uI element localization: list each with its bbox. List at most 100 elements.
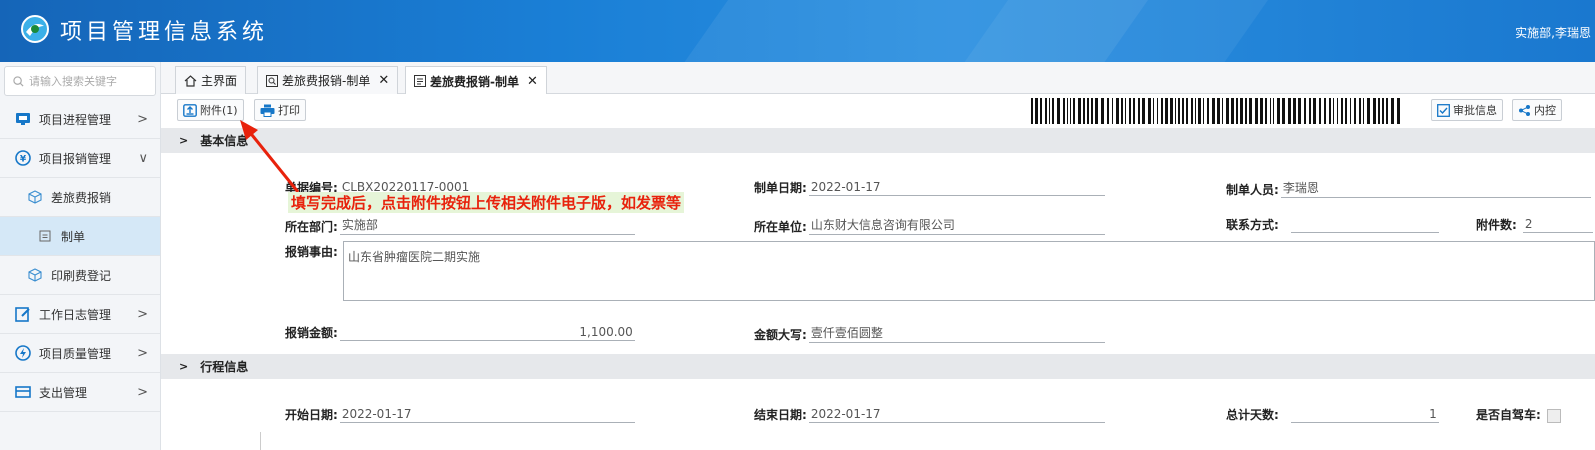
barcode-bar <box>1345 98 1347 124</box>
tab-home[interactable]: 主界面 <box>175 66 247 94</box>
section-basic-info[interactable]: > 基本信息 <box>161 128 1595 153</box>
barcode-bar <box>1157 98 1158 124</box>
tab-travel-2[interactable]: 差旅费报销-制单 ✕ <box>405 66 547 95</box>
barcode-bar <box>1231 98 1234 124</box>
sidebar-item-label: 项目进程管理 <box>39 112 112 127</box>
barcode-bar <box>1165 98 1168 124</box>
end-date-field[interactable]: 结束日期: 2022-01-17 <box>754 406 1105 423</box>
tab-travel-1[interactable]: 差旅费报销-制单 ✕ <box>257 66 399 94</box>
field-label: 结束日期: <box>754 408 807 422</box>
annotation-text: 填写完成后，点击附件按钮上传相关附件电子版，如发票等 <box>288 192 685 213</box>
user-info[interactable]: 实施部,李瑞恩 <box>1515 24 1591 41</box>
amount-value[interactable]: 1,100.00 <box>339 325 635 341</box>
search-icon <box>13 75 24 87</box>
chevron-right-icon: > <box>179 360 189 373</box>
field-label: 金额大写: <box>754 328 807 342</box>
barcode-bar <box>1212 98 1215 124</box>
self-drive-field[interactable]: 是否自驾车: <box>1476 406 1561 423</box>
amount-field[interactable]: 报销金额: 1,100.00 <box>285 324 635 341</box>
barcode-bar <box>1222 98 1223 124</box>
barcode-bar <box>1087 98 1089 124</box>
app-header: 项目管理信息系统 实施部,李瑞恩 <box>0 0 1595 62</box>
sidebar-item-worklog[interactable]: 工作日志管理 > <box>0 295 160 334</box>
search-placeholder: 请输入搜索关键字 <box>29 75 117 88</box>
quality-icon <box>14 344 32 362</box>
field-label: 报销金额: <box>285 326 338 340</box>
barcode-bar <box>1040 98 1042 124</box>
sidebar-item-expense[interactable]: 支出管理 > <box>0 373 160 412</box>
approval-info-button[interactable]: 审批信息 <box>1431 99 1503 121</box>
sidebar-item-create-doc[interactable]: 制单 <box>0 217 160 256</box>
sidebar-item-label: 支出管理 <box>39 385 88 400</box>
sidebar-item-travel-reimburse[interactable]: 差旅费报销 <box>0 178 160 217</box>
barcode-bar <box>1195 98 1196 124</box>
creator-value: 李瑞恩 <box>1280 179 1591 198</box>
barcode-bar <box>1245 98 1247 124</box>
create-date-field[interactable]: 制单日期: 2022-01-17 <box>754 179 1105 196</box>
barcode-bar <box>1063 98 1065 124</box>
start-date-field[interactable]: 开始日期: 2022-01-17 <box>285 406 635 423</box>
barcode-bar <box>1288 98 1291 124</box>
chevron-right-icon: > <box>179 134 189 147</box>
barcode-bar <box>1270 98 1271 124</box>
unit-value: 山东财大信息咨询有限公司 <box>808 216 1105 235</box>
attachment-button[interactable]: 附件(1) <box>177 99 244 121</box>
barcode-bar <box>1191 98 1193 124</box>
upload-icon <box>183 103 197 117</box>
reason-textarea[interactable]: 山东省肿瘤医院二期实施 <box>343 241 1595 301</box>
attachment-count-field[interactable]: 附件数: 2 <box>1476 216 1593 233</box>
section-trip-info[interactable]: > 行程信息 <box>161 354 1595 379</box>
barcode-bar <box>1198 98 1201 124</box>
close-icon[interactable]: ✕ <box>378 73 389 88</box>
barcode-bar <box>1329 98 1331 124</box>
barcode-bar <box>1170 98 1173 124</box>
tab-bar: 主界面 差旅费报销-制单 ✕ 差旅费报销-制单 ✕ <box>161 62 1595 95</box>
barcode-bar <box>1101 98 1104 124</box>
barcode-bar <box>1129 98 1131 124</box>
sidebar-item-printing-fee[interactable]: 印刷费登记 <box>0 256 160 295</box>
close-icon[interactable]: ✕ <box>527 74 538 89</box>
internal-control-button[interactable]: 内控 <box>1512 99 1562 121</box>
barcode-bar <box>1298 98 1301 124</box>
contact-field[interactable]: 联系方式: <box>1226 216 1439 233</box>
barcode-bar <box>1112 98 1113 124</box>
barcode-bar <box>1175 98 1176 124</box>
barcode-bar <box>1236 98 1238 124</box>
barcode-bar <box>1095 98 1098 124</box>
barcode-bar <box>1260 98 1263 124</box>
document-icon <box>414 75 426 87</box>
department-field: 所在部门: 实施部 <box>285 216 635 235</box>
barcode-bar <box>1277 98 1280 124</box>
chevron-right-icon: > <box>137 346 148 361</box>
barcode-bar <box>1138 98 1140 124</box>
self-drive-checkbox[interactable] <box>1546 409 1561 423</box>
create-date-value: 2022-01-17 <box>808 180 1105 196</box>
sidebar-item-reimburse[interactable]: ¥ 项目报销管理 ∨ <box>0 139 160 178</box>
tab-label: 差旅费报销-制单 <box>430 74 519 89</box>
share-icon <box>1519 104 1530 116</box>
search-input[interactable]: 请输入搜索关键字 <box>4 66 156 96</box>
barcode-bar <box>1363 98 1364 124</box>
sidebar-item-quality[interactable]: 项目质量管理 > <box>0 334 160 373</box>
barcode-bar <box>1049 98 1050 124</box>
attachment-button-label: 附件(1) <box>200 104 238 117</box>
attachment-count-value[interactable]: 2 <box>1522 217 1593 233</box>
start-date-value[interactable]: 2022-01-17 <box>339 407 635 423</box>
barcode-bar <box>1309 98 1311 124</box>
barcode-bar <box>1226 98 1229 124</box>
field-label: 联系方式: <box>1226 218 1279 232</box>
chevron-down-icon: ∨ <box>138 151 148 166</box>
barcode-bar <box>1397 98 1400 124</box>
barcode-bar <box>1125 98 1126 124</box>
barcode-bar <box>1178 98 1180 124</box>
barcode-bar <box>1350 98 1351 124</box>
app-logo-icon <box>21 15 49 43</box>
contact-input[interactable] <box>1290 218 1439 233</box>
barcode-bar <box>1142 98 1145 124</box>
approval-icon <box>1437 103 1450 117</box>
reimburse-icon: ¥ <box>14 149 32 167</box>
sidebar-item-project-progress[interactable]: 项目进程管理 > <box>0 100 160 139</box>
chevron-right-icon: > <box>137 307 148 322</box>
barcode-bar <box>1217 98 1220 124</box>
end-date-value[interactable]: 2022-01-17 <box>808 407 1105 423</box>
